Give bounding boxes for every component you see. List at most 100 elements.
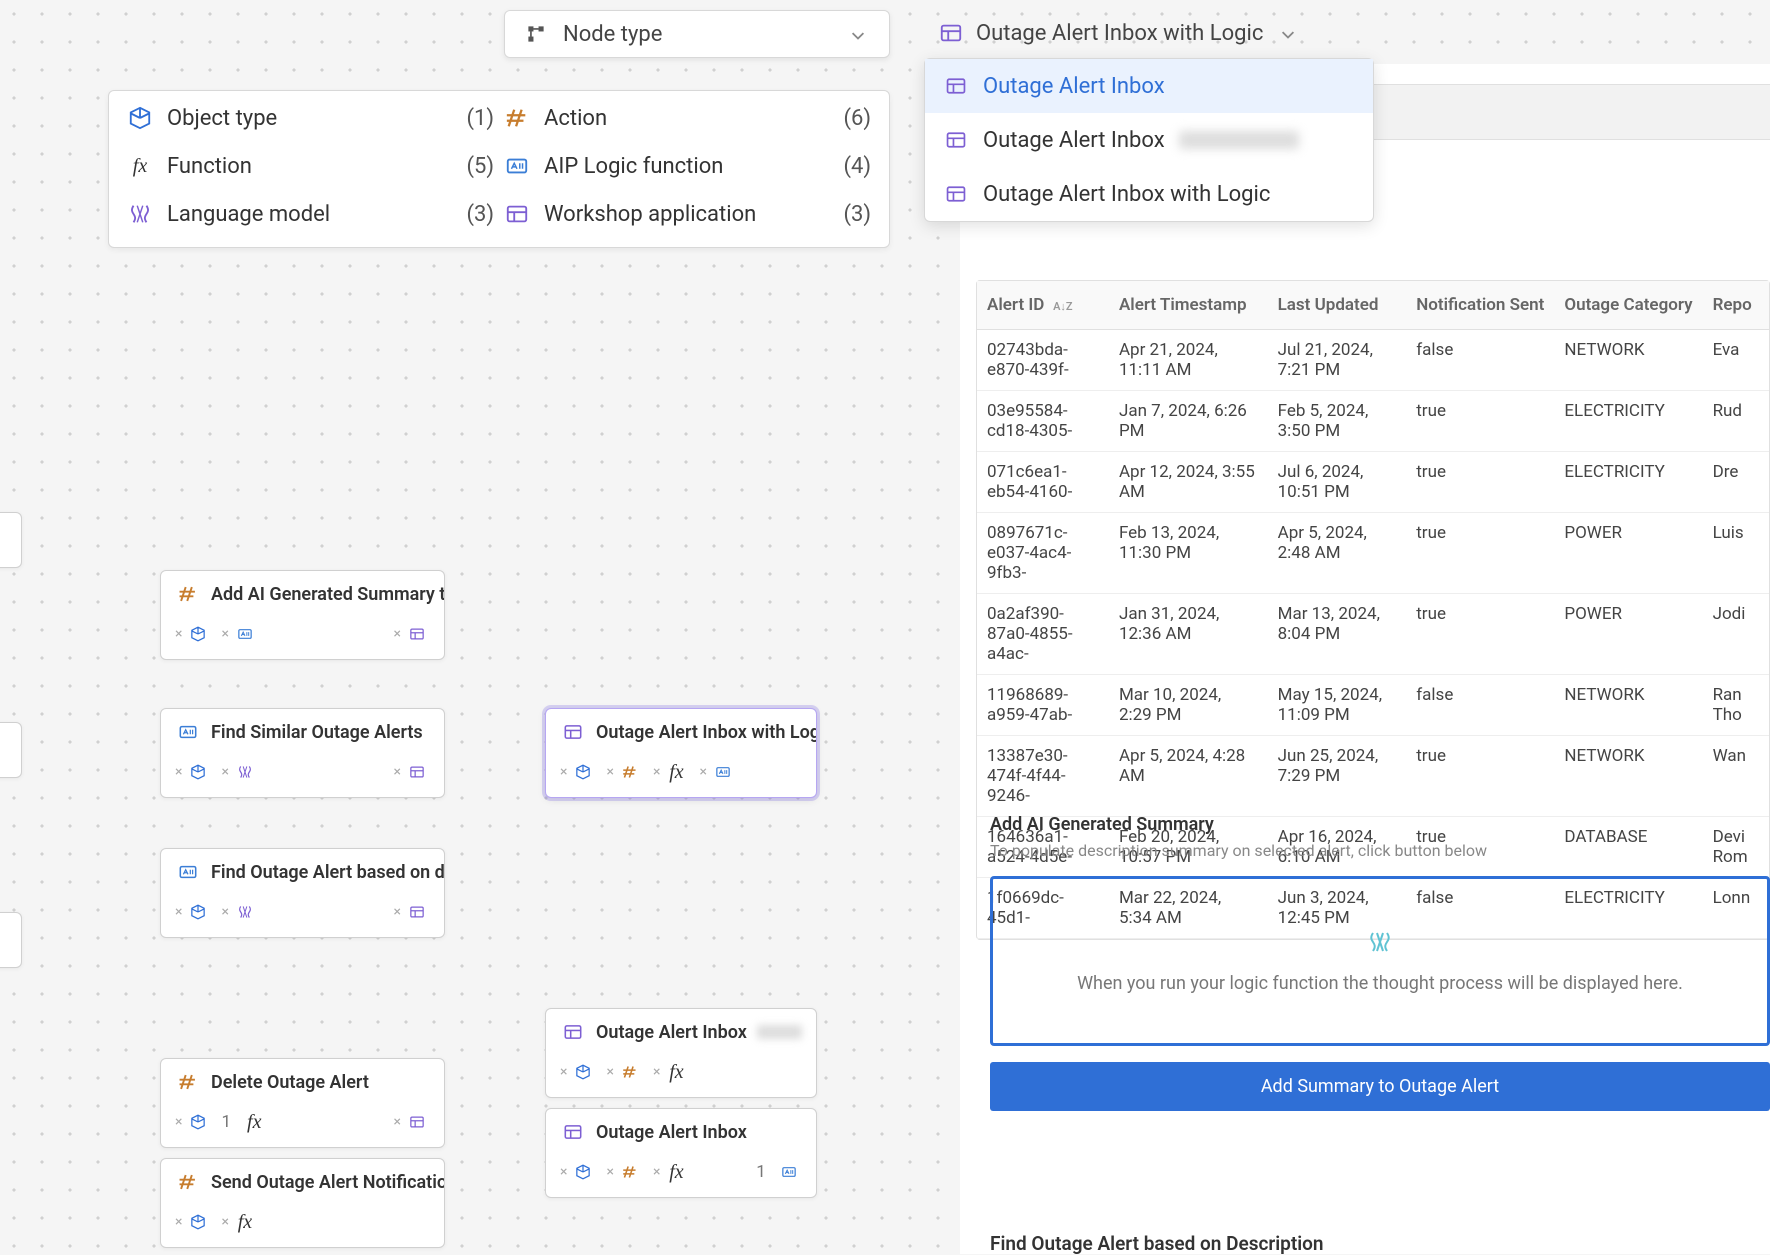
table-header[interactable]: Repo	[1703, 281, 1769, 330]
table-row[interactable]: 0897671c-e037-4ac4-9fb3-Feb 13, 2024, 11…	[977, 513, 1769, 594]
table-cell: Apr 21, 2024, 11:11 AM	[1109, 330, 1268, 391]
table-cell: 02743bda-e870-439f-	[977, 330, 1109, 391]
stub-node[interactable]	[0, 722, 22, 778]
node-delete-alert[interactable]: Delete Outage Alert ×1 fx×	[160, 1058, 445, 1148]
dropdown-item[interactable]: Outage Alert Inbox	[925, 59, 1373, 113]
node-label: Outage Alert Inbox with Logic	[596, 722, 816, 743]
table-row[interactable]: 13387e30-474f-4f44-9246-Apr 5, 2024, 4:2…	[977, 736, 1769, 817]
dropdown-item[interactable]: Outage Alert Inbox	[925, 113, 1373, 167]
ai-summary-section: Add AI Generated Summary To populate des…	[990, 814, 1770, 1111]
ws-icon	[504, 201, 530, 227]
category-count: (3)	[466, 202, 494, 227]
node-type-dropdown[interactable]: Node type	[504, 10, 890, 58]
table-row[interactable]: 03e95584-cd18-4305-Jan 7, 2024, 6:26 PMF…	[977, 391, 1769, 452]
node-type-panel: Object type(1) Action(6) fx Function (5) AIP …	[108, 90, 890, 248]
stub-node[interactable]	[0, 912, 22, 968]
table-header[interactable]: Last Updated	[1268, 281, 1407, 330]
table-cell: Apr 5, 2024, 4:28 AM	[1109, 736, 1268, 817]
add-summary-button[interactable]: Add Summary to Outage Alert	[990, 1062, 1770, 1111]
table-cell: Rud	[1703, 391, 1769, 452]
table-header[interactable]: Notification Sent	[1406, 281, 1554, 330]
table-cell: 0897671c-e037-4ac4-9fb3-	[977, 513, 1109, 594]
dropdown-item-label: Outage Alert Inbox	[983, 74, 1165, 99]
node-label: Find Similar Outage Alerts	[211, 722, 423, 743]
chevron-down-icon	[1275, 20, 1301, 46]
table-cell: ELECTRICITY	[1554, 391, 1702, 452]
table-row[interactable]: 071c6ea1-eb54-4160-Apr 12, 2024, 3:55 AM…	[977, 452, 1769, 513]
category-label: AIP Logic function	[544, 154, 723, 179]
category-label: Object type	[167, 106, 277, 131]
aip-icon	[175, 859, 201, 885]
category-row[interactable]: AIP Logic function (4)	[504, 153, 871, 179]
table-row[interactable]: 0a2af390-87a0-4855-a4ac-Jan 31, 2024, 12…	[977, 594, 1769, 675]
table-cell: Ran Tho	[1703, 675, 1769, 736]
category-row[interactable]: Workshop application(3)	[504, 201, 871, 227]
node-type-label: Node type	[563, 22, 662, 47]
category-label: Function	[167, 154, 252, 179]
node-label: Outage Alert Inbox	[596, 1022, 747, 1043]
dropdown-item-label: Outage Alert Inbox	[983, 128, 1165, 153]
diagram-icon	[523, 21, 549, 47]
workshop-app-dropdown[interactable]: Outage Alert Inbox with Logic	[926, 12, 1313, 54]
summary-title: Add AI Generated Summary	[990, 814, 1770, 835]
node-find-similar[interactable]: Find Similar Outage Alerts ×××	[160, 708, 445, 798]
category-label: Action	[544, 106, 607, 131]
action-icon	[175, 581, 201, 607]
table-cell: 0a2af390-87a0-4855-a4ac-	[977, 594, 1109, 675]
table-row[interactable]: 02743bda-e870-439f-Apr 21, 2024, 11:11 A…	[977, 330, 1769, 391]
table-cell: Apr 12, 2024, 3:55 AM	[1109, 452, 1268, 513]
category-row[interactable]: Action(6)	[504, 105, 871, 131]
table-header[interactable]: Outage Category	[1554, 281, 1702, 330]
node-label: Delete Outage Alert	[211, 1072, 369, 1093]
dropdown-trigger-label: Outage Alert Inbox with Logic	[976, 21, 1263, 46]
category-row[interactable]: Language model(3)	[127, 201, 494, 227]
node-find-by-desc[interactable]: Find Outage Alert based on de... ×××	[160, 848, 445, 938]
table-cell: NETWORK	[1554, 736, 1702, 817]
table-cell: Eva	[1703, 330, 1769, 391]
table-cell: POWER	[1554, 513, 1702, 594]
table-cell: Jan 31, 2024, 12:36 AM	[1109, 594, 1268, 675]
workshop-icon	[560, 719, 586, 745]
dropdown-item[interactable]: Outage Alert Inbox with Logic	[925, 167, 1373, 221]
node-inbox-logic[interactable]: Outage Alert Inbox with Logic ×××fx×	[545, 708, 817, 798]
table-cell: Jul 21, 2024, 7:21 PM	[1268, 330, 1407, 391]
category-count: (4)	[843, 154, 871, 179]
summary-box: When you run your logic function the tho…	[990, 876, 1770, 1046]
workshop-icon	[943, 73, 969, 99]
table-cell: May 15, 2024, 11:09 PM	[1268, 675, 1407, 736]
table-cell: 13387e30-474f-4f44-9246-	[977, 736, 1109, 817]
table-cell: Jul 6, 2024, 10:51 PM	[1268, 452, 1407, 513]
aip-icon	[504, 153, 530, 179]
table-cell: Wan	[1703, 736, 1769, 817]
table-row[interactable]: 11968689-a959-47ab-Mar 10, 2024, 2:29 PM…	[977, 675, 1769, 736]
node-send-notification[interactable]: Send Outage Alert Notificatio... ××fx	[160, 1158, 445, 1248]
node-label: Add AI Generated Summary to...	[211, 584, 444, 605]
fx-icon: fx	[127, 153, 153, 179]
stub-node[interactable]	[0, 512, 22, 568]
workshop-icon	[938, 20, 964, 46]
node-add-summary[interactable]: Add AI Generated Summary to... ×××	[160, 570, 445, 660]
workshop-app-menu: Outage Alert Inbox Outage Alert Inbox Outa…	[924, 58, 1374, 222]
summary-subtitle: To populate description summary on selec…	[990, 841, 1770, 860]
table-cell: POWER	[1554, 594, 1702, 675]
table-cell: Dre	[1703, 452, 1769, 513]
action-icon	[175, 1069, 201, 1095]
category-count: (5)	[466, 154, 494, 179]
table-cell: Feb 5, 2024, 3:50 PM	[1268, 391, 1407, 452]
table-cell: true	[1406, 594, 1554, 675]
category-row[interactable]: fx Function (5)	[127, 153, 494, 179]
table-cell: Jan 7, 2024, 6:26 PM	[1109, 391, 1268, 452]
table-cell: true	[1406, 736, 1554, 817]
find-section-title: Find Outage Alert based on Description	[990, 1232, 1324, 1255]
table-cell: false	[1406, 675, 1554, 736]
node-inbox-3[interactable]: Outage Alert Inbox ×××fx1	[545, 1108, 817, 1198]
category-row[interactable]: Object type(1)	[127, 105, 494, 131]
dropdown-item-label: Outage Alert Inbox with Logic	[983, 182, 1270, 207]
table-header[interactable]: Alert Timestamp	[1109, 281, 1268, 330]
table-cell: 071c6ea1-eb54-4160-	[977, 452, 1109, 513]
table-header[interactable]: Alert ID A↓Z	[977, 281, 1109, 330]
cube-icon	[127, 105, 153, 131]
chevron-down-icon	[845, 21, 871, 47]
node-inbox-2[interactable]: Outage Alert Inbox ×××fx	[545, 1008, 817, 1098]
table-cell: true	[1406, 391, 1554, 452]
